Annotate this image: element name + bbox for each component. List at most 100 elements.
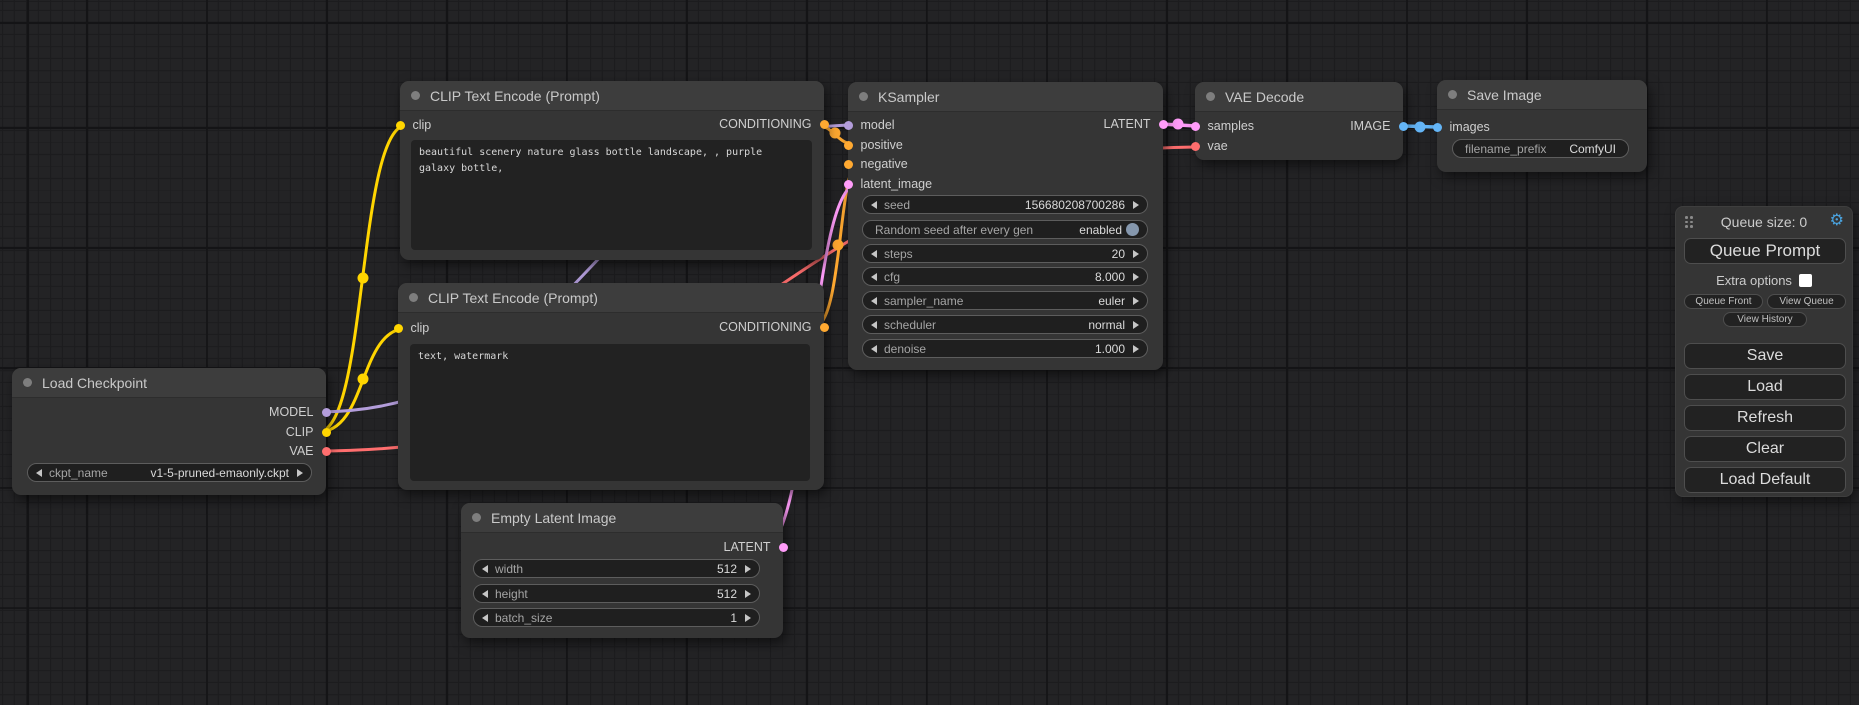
scheduler-widget[interactable]: scheduler normal bbox=[862, 315, 1148, 334]
input-samples[interactable]: samples bbox=[1195, 118, 1254, 134]
increment-arrow-icon[interactable] bbox=[745, 614, 751, 622]
ckpt-name-widget[interactable]: ckpt_name v1-5-pruned-emaonly.ckpt bbox=[27, 463, 312, 482]
decrement-arrow-icon[interactable] bbox=[871, 201, 877, 209]
batch-size-widget[interactable]: batch_size 1 bbox=[473, 608, 760, 627]
height-widget[interactable]: height 512 bbox=[473, 584, 760, 603]
decrement-arrow-icon[interactable] bbox=[871, 273, 877, 281]
prompt-textarea[interactable]: beautiful scenery nature glass bottle la… bbox=[411, 140, 812, 250]
input-vae[interactable]: vae bbox=[1195, 138, 1228, 154]
load-button[interactable]: Load bbox=[1684, 374, 1846, 400]
collapse-dot-icon[interactable] bbox=[1206, 92, 1215, 101]
queue-prompt-button[interactable]: Queue Prompt bbox=[1684, 238, 1846, 264]
decrement-arrow-icon[interactable] bbox=[36, 469, 42, 477]
collapse-dot-icon[interactable] bbox=[409, 293, 418, 302]
conditioning-port-icon[interactable] bbox=[844, 141, 853, 150]
output-latent[interactable]: LATENT bbox=[724, 539, 784, 555]
drag-handle-icon[interactable] bbox=[1685, 216, 1693, 228]
increment-arrow-icon[interactable] bbox=[1133, 201, 1139, 209]
width-widget[interactable]: width 512 bbox=[473, 559, 760, 578]
refresh-button[interactable]: Refresh bbox=[1684, 405, 1846, 431]
collapse-dot-icon[interactable] bbox=[472, 513, 481, 522]
node-title-bar[interactable]: CLIP Text Encode (Prompt) bbox=[398, 283, 824, 313]
clear-button[interactable]: Clear bbox=[1684, 436, 1846, 462]
latent-port-icon[interactable] bbox=[844, 180, 853, 189]
increment-arrow-icon[interactable] bbox=[1133, 321, 1139, 329]
increment-arrow-icon[interactable] bbox=[1133, 250, 1139, 258]
denoise-widget[interactable]: denoise 1.000 bbox=[862, 339, 1148, 358]
collapse-dot-icon[interactable] bbox=[23, 378, 32, 387]
steps-widget[interactable]: steps 20 bbox=[862, 244, 1148, 263]
node-title-bar[interactable]: CLIP Text Encode (Prompt) bbox=[400, 81, 824, 111]
view-queue-button[interactable]: View Queue bbox=[1767, 294, 1846, 309]
clip-port-icon[interactable] bbox=[322, 428, 331, 437]
vae-port-icon[interactable] bbox=[322, 447, 331, 456]
node-load-checkpoint[interactable]: Load Checkpoint MODEL CLIP VAE ckpt_name… bbox=[12, 368, 326, 495]
input-model[interactable]: model bbox=[848, 117, 895, 133]
collapse-dot-icon[interactable] bbox=[859, 92, 868, 101]
output-conditioning[interactable]: CONDITIONING bbox=[719, 116, 824, 132]
decrement-arrow-icon[interactable] bbox=[482, 565, 488, 573]
increment-arrow-icon[interactable] bbox=[1133, 297, 1139, 305]
node-vae-decode[interactable]: VAE Decode samples vae IMAGE bbox=[1195, 82, 1403, 160]
vae-port-icon[interactable] bbox=[1191, 142, 1200, 151]
node-empty-latent-image[interactable]: Empty Latent Image LATENT width 512 heig… bbox=[461, 503, 783, 638]
decrement-arrow-icon[interactable] bbox=[482, 614, 488, 622]
input-clip[interactable]: clip bbox=[398, 320, 429, 336]
clip-port-icon[interactable] bbox=[396, 121, 405, 130]
input-negative[interactable]: negative bbox=[848, 156, 908, 172]
collapse-dot-icon[interactable] bbox=[411, 91, 420, 100]
decrement-arrow-icon[interactable] bbox=[871, 321, 877, 329]
comfyui-canvas[interactable]: { "colors": { "model": "#B39DDB", "clip"… bbox=[0, 0, 1859, 705]
increment-arrow-icon[interactable] bbox=[745, 565, 751, 573]
increment-arrow-icon[interactable] bbox=[1133, 273, 1139, 281]
decrement-arrow-icon[interactable] bbox=[482, 590, 488, 598]
latent-port-icon[interactable] bbox=[779, 543, 788, 552]
sampler-name-widget[interactable]: sampler_name euler bbox=[862, 291, 1148, 310]
decrement-arrow-icon[interactable] bbox=[871, 297, 877, 305]
queue-front-button[interactable]: Queue Front bbox=[1684, 294, 1763, 309]
decrement-arrow-icon[interactable] bbox=[871, 250, 877, 258]
view-history-button[interactable]: View History bbox=[1723, 312, 1807, 327]
load-default-button[interactable]: Load Default bbox=[1684, 467, 1846, 493]
conditioning-port-icon[interactable] bbox=[820, 120, 829, 129]
output-latent[interactable]: LATENT bbox=[1104, 116, 1164, 132]
input-images[interactable]: images bbox=[1437, 119, 1490, 135]
node-clip-text-encode-negative[interactable]: CLIP Text Encode (Prompt) clip CONDITION… bbox=[398, 283, 824, 490]
conditioning-port-icon[interactable] bbox=[844, 160, 853, 169]
extra-options-checkbox[interactable] bbox=[1799, 274, 1812, 287]
node-clip-text-encode-positive[interactable]: CLIP Text Encode (Prompt) clip CONDITION… bbox=[400, 81, 824, 260]
output-image[interactable]: IMAGE bbox=[1350, 118, 1403, 134]
filename-prefix-widget[interactable]: filename_prefix ComfyUI bbox=[1452, 139, 1629, 158]
image-port-icon[interactable] bbox=[1433, 123, 1442, 132]
input-clip[interactable]: clip bbox=[400, 117, 431, 133]
latent-port-icon[interactable] bbox=[1159, 120, 1168, 129]
node-title-bar[interactable]: Empty Latent Image bbox=[461, 503, 783, 533]
increment-arrow-icon[interactable] bbox=[1133, 345, 1139, 353]
model-port-icon[interactable] bbox=[322, 408, 331, 417]
node-title-bar[interactable]: Save Image bbox=[1437, 80, 1647, 110]
output-model[interactable]: MODEL bbox=[269, 404, 326, 420]
model-port-icon[interactable] bbox=[844, 121, 853, 130]
node-title-bar[interactable]: Load Checkpoint bbox=[12, 368, 326, 398]
cfg-widget[interactable]: cfg 8.000 bbox=[862, 267, 1148, 286]
increment-arrow-icon[interactable] bbox=[745, 590, 751, 598]
node-title-bar[interactable]: KSampler bbox=[848, 82, 1163, 112]
save-button[interactable]: Save bbox=[1684, 343, 1846, 369]
decrement-arrow-icon[interactable] bbox=[871, 345, 877, 353]
input-latent-image[interactable]: latent_image bbox=[848, 176, 932, 192]
node-title-bar[interactable]: VAE Decode bbox=[1195, 82, 1403, 112]
node-ksampler[interactable]: KSampler model positive negative latent_… bbox=[848, 82, 1163, 370]
toggle-circle-icon[interactable] bbox=[1126, 223, 1139, 236]
input-positive[interactable]: positive bbox=[848, 137, 903, 153]
random-seed-toggle-widget[interactable]: Random seed after every gen enabled bbox=[862, 220, 1148, 239]
output-vae[interactable]: VAE bbox=[289, 443, 326, 459]
settings-gear-icon[interactable]: ⚙ bbox=[1830, 212, 1844, 228]
seed-widget[interactable]: seed 156680208700286 bbox=[862, 195, 1148, 214]
conditioning-port-icon[interactable] bbox=[820, 323, 829, 332]
image-port-icon[interactable] bbox=[1399, 122, 1408, 131]
output-clip[interactable]: CLIP bbox=[286, 424, 326, 440]
increment-arrow-icon[interactable] bbox=[297, 469, 303, 477]
prompt-textarea[interactable]: text, watermark bbox=[410, 344, 810, 481]
collapse-dot-icon[interactable] bbox=[1448, 90, 1457, 99]
latent-port-icon[interactable] bbox=[1191, 122, 1200, 131]
